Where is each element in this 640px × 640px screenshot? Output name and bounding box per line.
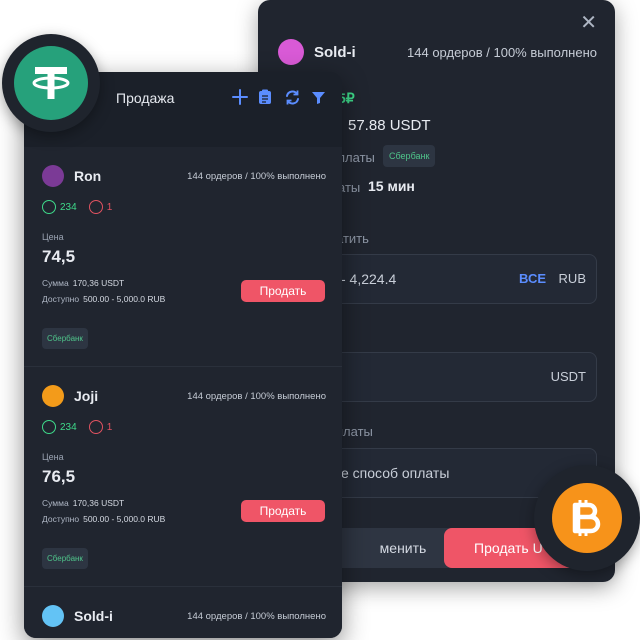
- seller-name: Joji: [74, 388, 99, 404]
- payment-method-placeholder: е способ оплаты: [341, 465, 450, 481]
- frown-icon: [88, 200, 103, 214]
- positive-count: 234: [60, 421, 77, 433]
- bank-badge: Сбербанк: [42, 328, 88, 349]
- sum-label: Сумма: [42, 278, 69, 288]
- clipboard-icon[interactable]: [254, 86, 276, 108]
- seller-name: Sold-i: [314, 43, 356, 61]
- offer-header: Ron 144 ордеров / 100% выполнено: [42, 164, 326, 188]
- sell-button[interactable]: Продать: [241, 280, 325, 302]
- pay-currency: RUB: [558, 271, 586, 286]
- bitcoin-logo: [534, 465, 640, 571]
- seller-name: Sold-i: [74, 608, 113, 624]
- pay-amount-placeholder: - 4,224.4: [341, 271, 397, 287]
- offer-card[interactable]: Ron 144 ордеров / 100% выполнено 234 1 Ц…: [24, 148, 342, 367]
- bitcoin-icon: [552, 483, 622, 553]
- seller-stats: 144 ордеров / 100% выполнено: [187, 390, 326, 402]
- smile-icon: [42, 420, 56, 434]
- bank-badge: Сбербанк: [383, 145, 436, 167]
- smile-icon: [42, 200, 56, 214]
- price-value: 74,5: [42, 247, 76, 266]
- sum-label: Сумма: [42, 498, 69, 508]
- dialog-seller-header: Sold-i 144 ордеров / 100% выполнено: [278, 38, 597, 66]
- avatar: [42, 165, 64, 187]
- offers-panel: Продажа Ron 144 ордеров / 100% выполнено…: [24, 72, 342, 638]
- refresh-icon[interactable]: [281, 86, 303, 108]
- tether-logo: [2, 34, 100, 132]
- sell-button[interactable]: Продать: [241, 500, 325, 522]
- available-row: Доступно 500.00 - 5,000.0 RUB: [42, 294, 165, 304]
- seller-avatar: [278, 39, 304, 65]
- filter-icon[interactable]: [307, 86, 329, 108]
- seller-stats: 144 ордеров / 100% выполнено: [407, 44, 597, 60]
- available-label: Доступно: [42, 514, 80, 524]
- available-row: Доступно 500.00 - 5,000.0 RUB: [42, 514, 165, 524]
- rating: 234 1: [42, 200, 112, 214]
- plus-icon[interactable]: [229, 86, 251, 108]
- payment-label: платы: [338, 150, 375, 165]
- avatar: [42, 605, 64, 627]
- sum-row: Сумма 170,36 USDT: [42, 278, 124, 288]
- seller-stats: 144 ордеров / 100% выполнено: [187, 610, 326, 622]
- all-button[interactable]: ВСЕ: [519, 271, 546, 286]
- price-value: 76,5: [42, 467, 76, 486]
- limit-value: 57.88 USDT: [348, 117, 431, 134]
- sum-value: 170,36 USDT: [72, 278, 125, 288]
- time-value: 15 мин: [368, 178, 415, 194]
- available-value: 500.00 - 5,000.0 RUB: [83, 514, 166, 524]
- sum-value: 170,36 USDT: [72, 498, 125, 508]
- pay-amount-input[interactable]: - 4,224.4 ВСЕ RUB: [318, 254, 597, 304]
- close-icon[interactable]: ✕: [580, 10, 597, 35]
- frown-icon: [88, 420, 103, 434]
- available-value: 500.00 - 5,000.0 RUB: [83, 294, 166, 304]
- price-label: Цена: [42, 232, 64, 242]
- seller-name: Ron: [74, 168, 102, 184]
- seller-stats: 144 ордеров / 100% выполнено: [187, 170, 326, 182]
- receive-currency: USDT: [550, 369, 586, 384]
- sum-row: Сумма 170,36 USDT: [42, 498, 124, 508]
- offer-card[interactable]: Joji 144 ордеров / 100% выполнено 234 1 …: [24, 368, 342, 587]
- rating: 234 1: [42, 420, 112, 434]
- avatar: [42, 385, 64, 407]
- positive-count: 234: [60, 201, 77, 213]
- receive-amount-input[interactable]: USDT: [318, 352, 597, 402]
- bank-badge: Сбербанк: [42, 548, 88, 569]
- tether-icon: [14, 46, 88, 120]
- price-label: Цена: [42, 452, 64, 462]
- page-title: Продажа: [116, 90, 175, 106]
- negative-count: 1: [106, 421, 113, 433]
- offer-card[interactable]: Sold-i 144 ордеров / 100% выполнено: [24, 588, 342, 638]
- negative-count: 1: [106, 201, 113, 213]
- offer-header: Sold-i 144 ордеров / 100% выполнено: [42, 604, 326, 628]
- available-label: Доступно: [42, 294, 80, 304]
- offer-header: Joji 144 ордеров / 100% выполнено: [42, 384, 326, 408]
